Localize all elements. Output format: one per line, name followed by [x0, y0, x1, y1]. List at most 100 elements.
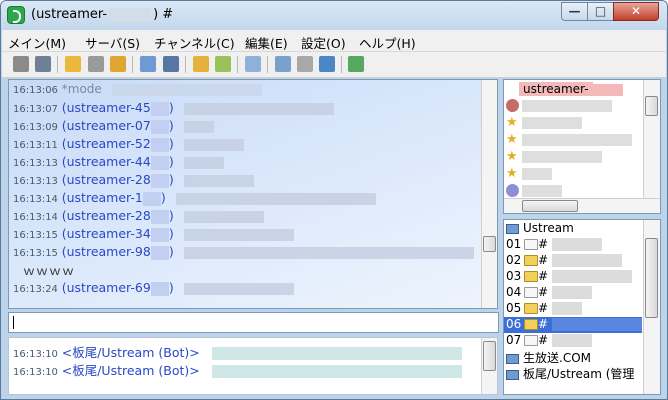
connect-icon[interactable]	[35, 56, 51, 72]
scroll-thumb[interactable]	[483, 341, 496, 371]
chat-text: ｗｗｗｗ	[23, 264, 76, 278]
channel-tree[interactable]: Ustream 01 # 02 # 03 # 04 # 05 # 06 # 07 # 生放送.…	[503, 219, 661, 395]
user-list-scrollbar[interactable]	[643, 80, 660, 198]
redacted-name	[522, 116, 582, 129]
redacted-text	[211, 365, 462, 378]
channel-item[interactable]: 05 #	[506, 301, 583, 317]
redacted-text	[552, 302, 583, 315]
edit-icon[interactable]	[215, 56, 231, 72]
save-icon[interactable]	[88, 56, 104, 72]
nick[interactable]: (ustreamer-98)	[62, 244, 174, 260]
checklist-icon[interactable]	[245, 56, 261, 72]
bot-nick[interactable]: <板尾/Ustream (Bot)>	[62, 363, 200, 378]
app-icon[interactable]	[7, 6, 25, 24]
close-icon: ✕	[630, 4, 642, 18]
bubble-icon	[506, 184, 519, 197]
chat-line: 16:13:13 (ustreamer-44)	[13, 154, 224, 172]
nick[interactable]: (ustreamer-69)	[62, 280, 174, 296]
monitor-icon[interactable]	[140, 56, 156, 72]
channel-item[interactable]: 02 #	[506, 253, 623, 269]
scroll-thumb[interactable]	[645, 96, 658, 116]
selected-user-name: ustreamer-	[519, 82, 593, 96]
user-list-hscrollbar[interactable]	[504, 198, 660, 213]
timestamp: 16:13:24	[13, 284, 58, 295]
chat-pane[interactable]: 16:13:06 *mode 16:13:07 (ustreamer-45) 1…	[8, 79, 498, 309]
log-icon[interactable]	[163, 56, 179, 72]
timestamp: 16:13:15	[13, 230, 58, 241]
export-icon[interactable]	[348, 56, 364, 72]
search-icon[interactable]	[275, 56, 291, 72]
nick[interactable]: (ustreamer-28)	[62, 208, 174, 224]
star-icon: ★	[506, 115, 518, 130]
chat-line: 16:13:15 (ustreamer-34)	[13, 226, 294, 244]
redacted-text	[183, 228, 294, 241]
channel-item[interactable]: 01 #	[506, 237, 603, 253]
redacted-name	[522, 99, 612, 112]
channel-number: 07	[506, 333, 522, 347]
timestamp: 16:13:13	[13, 158, 58, 169]
channel-item-selected[interactable]: 06 #	[504, 317, 643, 333]
lock-icon[interactable]	[193, 56, 209, 72]
user-list[interactable]: ustreamer- ★ ★ ★ ★	[503, 79, 661, 214]
menu-main[interactable]: メイン(M)	[8, 33, 66, 52]
nick[interactable]: (ustreamer-45)	[62, 100, 174, 116]
user-row[interactable]: ★	[506, 149, 602, 165]
user-row[interactable]: ★	[506, 166, 552, 182]
user-row[interactable]: ★	[506, 132, 632, 148]
timestamp: 16:13:14	[13, 212, 58, 223]
user-selected[interactable]: ustreamer-	[519, 82, 623, 98]
menu-bar: メイン(M) サーバ(S) チャンネル(C) 編集(E) 設定(O) ヘルプ(H…	[2, 30, 666, 52]
open-icon[interactable]	[110, 56, 126, 72]
redacted-text	[552, 334, 593, 347]
channel-name: #	[538, 333, 549, 347]
disconnect-icon[interactable]	[13, 56, 29, 72]
channel-tree-scrollbar[interactable]	[643, 220, 660, 394]
menu-help[interactable]: ヘルプ(H)	[359, 33, 416, 52]
scroll-thumb[interactable]	[483, 236, 496, 252]
redacted-text	[183, 246, 474, 259]
user-row[interactable]	[506, 98, 612, 114]
menu-edit[interactable]: 編集(E)	[245, 33, 288, 52]
title-bar[interactable]: (ustreamer-) # — □ ✕	[1, 1, 667, 30]
chat-line: 16:13:11 (ustreamer-52)	[13, 136, 244, 154]
server-label: 生放送.COM	[523, 351, 591, 365]
nick[interactable]: (ustreamer-34)	[62, 226, 174, 242]
user-row[interactable]: ★	[506, 115, 582, 131]
menu-server[interactable]: サーバ(S)	[85, 33, 140, 52]
nick[interactable]: (ustreamer-1)	[62, 190, 166, 206]
channel-name: #	[538, 317, 549, 331]
server-item[interactable]: 生放送.COM	[506, 349, 591, 365]
chat-scrollbar[interactable]	[481, 80, 497, 308]
bot-nick[interactable]: <板尾/Ustream (Bot)>	[62, 345, 200, 360]
channel-item[interactable]: 03 #	[506, 269, 633, 285]
maximize-button[interactable]: □	[587, 2, 614, 21]
menu-settings[interactable]: 設定(O)	[301, 33, 346, 52]
scroll-thumb[interactable]	[645, 238, 658, 318]
chat-line: ｗｗｗｗ	[13, 262, 75, 280]
toolbar-separator	[267, 56, 268, 73]
folder-icon[interactable]	[65, 56, 81, 72]
user-row[interactable]	[506, 183, 562, 199]
bubble-icon[interactable]	[297, 56, 313, 72]
nick[interactable]: (ustreamer-07)	[62, 118, 174, 134]
nick[interactable]: (ustreamer-28)	[62, 172, 174, 188]
minimize-button[interactable]: —	[561, 2, 588, 21]
nick[interactable]: (ustreamer-44)	[62, 154, 174, 170]
log-pane[interactable]: 16:13:10 <板尾/Ustream (Bot)> 16:13:10 <板尾…	[8, 337, 498, 395]
toolbar-separator	[185, 56, 186, 73]
nick[interactable]: (ustreamer-52)	[62, 136, 174, 152]
channel-root[interactable]: Ustream	[506, 221, 574, 237]
server-item[interactable]: 板尾/Ustream (管理	[506, 365, 634, 381]
channel-item[interactable]: 07 #	[506, 333, 593, 349]
log-scrollbar[interactable]	[481, 338, 497, 394]
timestamp: 16:13:13	[13, 176, 58, 187]
message-input[interactable]	[8, 312, 499, 333]
menu-channel[interactable]: チャンネル(C)	[154, 33, 235, 52]
channel-item[interactable]: 04 #	[506, 285, 593, 301]
scroll-thumb[interactable]	[522, 200, 578, 212]
globe-icon[interactable]	[319, 56, 335, 72]
redacted-name	[109, 7, 152, 22]
close-button[interactable]: ✕	[613, 2, 659, 21]
title-prefix: (ustreamer-	[31, 7, 108, 22]
timestamp: 16:13:07	[13, 104, 58, 115]
